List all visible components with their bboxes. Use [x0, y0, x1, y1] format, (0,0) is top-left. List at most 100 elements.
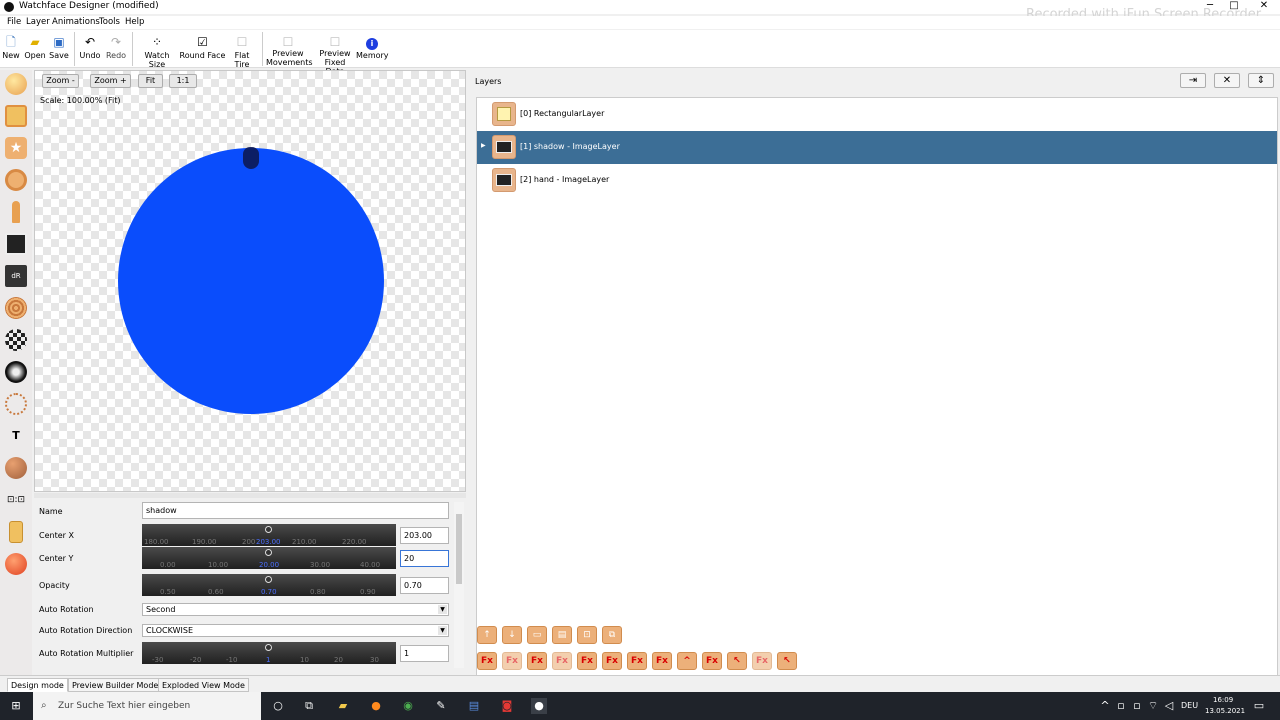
design-canvas[interactable]: Zoom - Zoom + Fit 1:1 Scale: 100.00% (Fi…	[34, 70, 466, 492]
tray-icon[interactable]: ▫	[1113, 698, 1129, 714]
fx-remove-icon[interactable]: Fx	[527, 652, 547, 670]
layer-row[interactable]: [0] RectangularLayer	[477, 98, 1277, 131]
digital-clock-layer-icon[interactable]: ⊡:⊡	[3, 489, 29, 511]
fit-button[interactable]: Fit	[138, 74, 163, 88]
fx-remove-icon[interactable]: Fx	[752, 652, 772, 670]
fx-hand-icon[interactable]: ^	[677, 652, 697, 670]
one-to-one-button[interactable]: 1:1	[169, 74, 197, 88]
language-indicator[interactable]: DEU	[1181, 701, 1198, 710]
scrollbar-thumb[interactable]	[456, 514, 462, 584]
fx-cursor-icon[interactable]: ↖	[777, 652, 797, 670]
volume-icon[interactable]: ◁	[1161, 698, 1177, 714]
center-x-slider[interactable]: 180.00 190.00 200 210.00 220.00 203.00	[142, 524, 396, 546]
tab-design-mode[interactable]: Design mode	[7, 678, 68, 692]
menu-tools[interactable]: Tools	[99, 17, 120, 27]
round-face-checkbox[interactable]: ☑ Round Face	[179, 33, 226, 60]
splitter-handle[interactable]	[34, 493, 466, 498]
close-button[interactable]: ✕	[1253, 0, 1275, 14]
dropdown-arrow-icon[interactable]: ▼	[438, 605, 447, 614]
shadow-layer-icon[interactable]	[5, 361, 27, 383]
text-image-layer-icon[interactable]: dR	[5, 265, 27, 287]
menu-help[interactable]: Help	[125, 17, 144, 27]
sort-button[interactable]: ⇕	[1248, 73, 1274, 88]
move-layer-down-icon[interactable]: ↓	[502, 626, 522, 644]
name-input[interactable]: shadow	[142, 502, 449, 519]
zoom-out-button[interactable]: Zoom -	[42, 74, 79, 88]
undo-button[interactable]: ↶ Undo	[78, 33, 102, 60]
fx-remove-icon[interactable]: Fx	[502, 652, 522, 670]
screen-recorder-icon[interactable]: ◙	[499, 698, 515, 714]
center-y-input[interactable]: 20	[400, 550, 449, 567]
zoom-in-button[interactable]: Zoom +	[90, 74, 131, 88]
auto-rotation-select[interactable]: Second ▼	[142, 603, 449, 616]
fx-remove-icon[interactable]: Fx	[702, 652, 722, 670]
tray-icon[interactable]: ▫	[1129, 698, 1145, 714]
slider-knob[interactable]	[265, 644, 272, 651]
file-explorer-icon[interactable]: ▰	[335, 698, 351, 714]
image-layer-icon[interactable]	[5, 233, 27, 255]
copy-layer-icon[interactable]: ⧉	[602, 626, 622, 644]
fx-remove-icon[interactable]: Fx	[627, 652, 647, 670]
checker-layer-icon[interactable]	[5, 329, 27, 351]
fx-remove-icon[interactable]: Fx	[577, 652, 597, 670]
taskbar-search-input[interactable]: ⌕ Zur Suche Text hier eingeben	[33, 692, 261, 720]
menu-file[interactable]: File	[7, 17, 21, 27]
rectangle-layer-icon[interactable]	[5, 105, 27, 127]
slider-knob[interactable]	[265, 549, 272, 556]
layer-row[interactable]: [2] hand - ImageLayer	[477, 164, 1277, 197]
opacity-slider[interactable]: 0.50 0.60 0.80 0.90 0.70	[142, 574, 396, 596]
task-view-icon[interactable]: ⧉	[301, 698, 317, 714]
minimize-button[interactable]: ─	[1199, 0, 1221, 14]
redo-button[interactable]: ↷ Redo	[104, 33, 128, 60]
ring-layer-icon[interactable]	[5, 169, 27, 191]
dotted-ring-layer-icon[interactable]	[5, 393, 27, 415]
select-area-icon[interactable]: ⊡	[577, 626, 597, 644]
star-layer-icon[interactable]: ★	[5, 137, 27, 159]
hand-layer-icon[interactable]	[12, 201, 20, 223]
menu-layer[interactable]: Layer	[26, 17, 50, 27]
watch-size-button[interactable]: ⁘ Watch Size	[136, 33, 178, 69]
spiral-layer-icon[interactable]	[5, 297, 27, 319]
app-icon[interactable]: ✎	[433, 698, 449, 714]
layer-row-selected[interactable]: ▶ [1] shadow - ImageLayer	[477, 131, 1277, 164]
group-folder-icon[interactable]: ▭	[527, 626, 547, 644]
fx-remove-icon[interactable]: Fx	[652, 652, 672, 670]
fx-remove-icon[interactable]: Fx	[602, 652, 622, 670]
text-layer-icon[interactable]: T	[5, 425, 27, 447]
fx-remove-icon[interactable]: Fx	[477, 652, 497, 670]
menu-animations[interactable]: Animations	[52, 17, 100, 27]
slider-knob[interactable]	[265, 576, 272, 583]
sphere-layer-icon[interactable]	[5, 457, 27, 479]
windows-start-icon[interactable]: ⊞	[8, 698, 24, 714]
shadow-hand[interactable]	[243, 147, 259, 169]
properties-scrollbar[interactable]	[454, 502, 464, 668]
fx-remove-icon[interactable]: Fx	[552, 652, 572, 670]
slider-knob[interactable]	[265, 526, 272, 533]
open-button[interactable]: ▰ Open	[23, 33, 47, 60]
tab-exploded-view-mode[interactable]: Exploded View Mode	[158, 678, 249, 692]
document-app-icon[interactable]: ▤	[466, 698, 482, 714]
circle-layer-icon[interactable]	[5, 73, 27, 95]
notifications-icon[interactable]: ▭	[1251, 698, 1267, 714]
tab-preview-builder-mode[interactable]: Preview Builder Mode	[68, 678, 163, 692]
watch-face[interactable]	[118, 148, 384, 414]
preview-movements-checkbox[interactable]: ☐ Preview Movements	[266, 33, 313, 67]
maximize-button[interactable]: □	[1223, 0, 1245, 14]
flat-tire-checkbox[interactable]: ☐ Flat Tire	[226, 33, 258, 69]
firefox-icon[interactable]: ●	[368, 698, 384, 714]
new-button[interactable]: 🗋 New	[2, 33, 20, 60]
clock-time[interactable]: 16:09	[1213, 696, 1233, 704]
expand-all-button[interactable]: ⇥	[1180, 73, 1206, 88]
expand-arrow-icon[interactable]: ▶	[481, 142, 486, 149]
center-x-input[interactable]: 203.00	[400, 527, 449, 544]
opacity-input[interactable]: 0.70	[400, 577, 449, 594]
battery-layer-icon[interactable]	[9, 521, 23, 543]
auto-rotation-multiplier-slider[interactable]: -30 -20 -10 10 20 30 1	[142, 642, 396, 664]
center-y-slider[interactable]: 0.00 10.00 30.00 40.00 20.00	[142, 547, 396, 569]
collapse-button[interactable]: ✕	[1214, 73, 1240, 88]
save-button[interactable]: ▣ Save	[48, 33, 70, 60]
chrome-icon[interactable]: ◉	[400, 698, 416, 714]
delete-layer-icon[interactable]: ▤	[552, 626, 572, 644]
move-layer-up-icon[interactable]: ↑	[477, 626, 497, 644]
clock-date[interactable]: 13.05.2021	[1205, 707, 1245, 715]
